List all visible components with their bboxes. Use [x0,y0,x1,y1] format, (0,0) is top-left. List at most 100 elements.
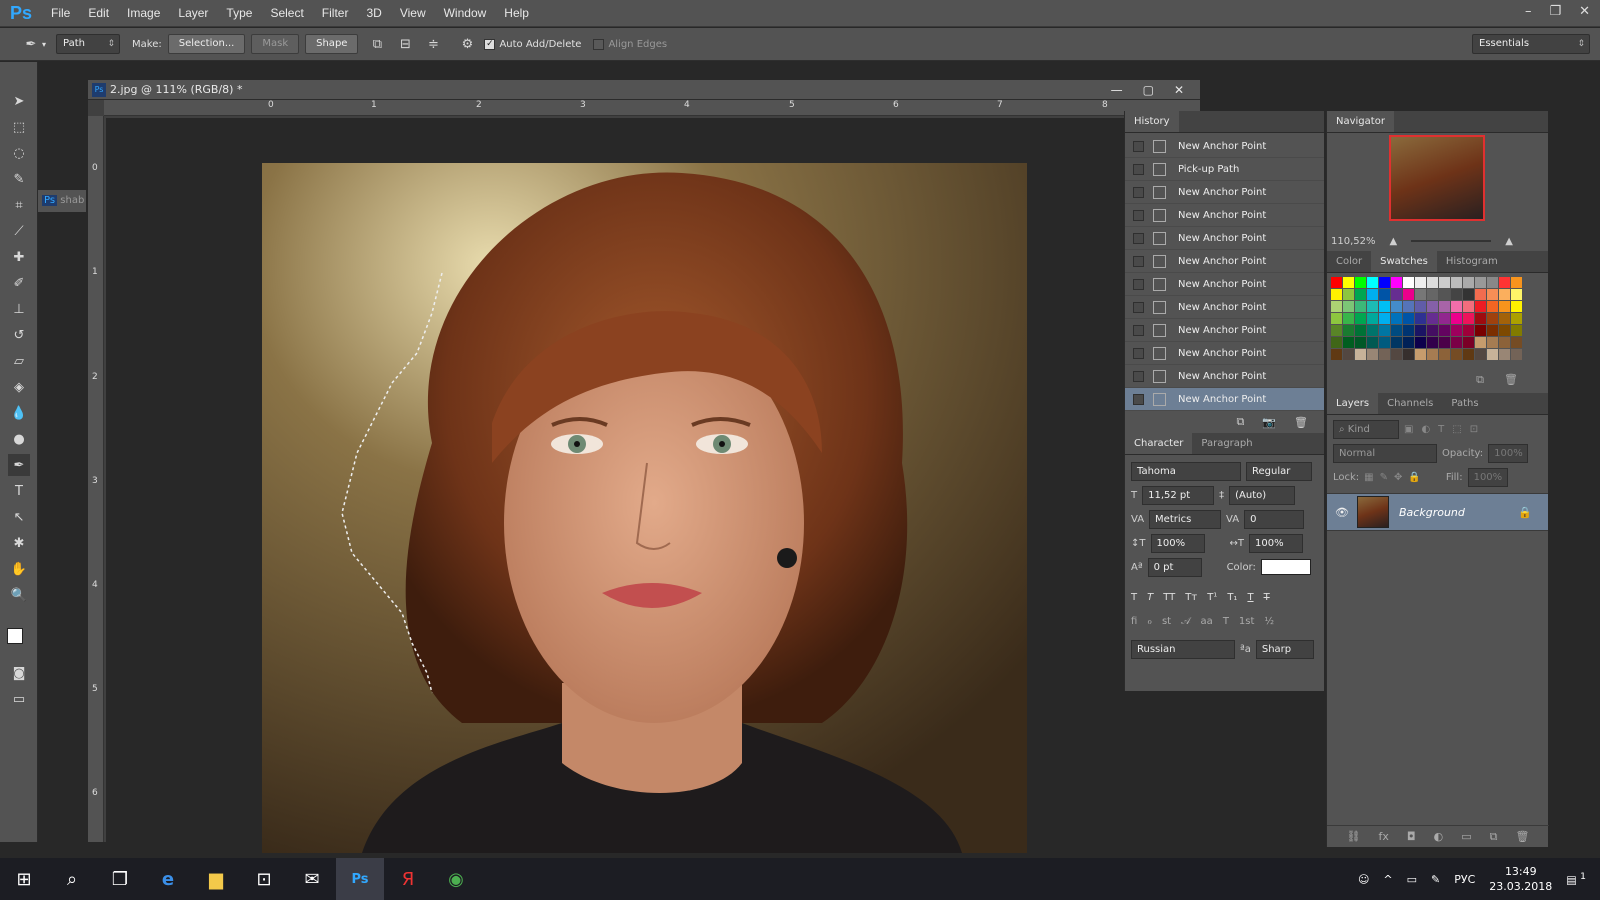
color-swatch[interactable] [1403,301,1414,312]
history-item[interactable]: New Anchor Point [1125,342,1324,365]
color-swatch[interactable] [1331,301,1342,312]
custom-shape-tool-icon[interactable]: ✱ [8,532,30,554]
move-tool-icon[interactable]: ➤ [8,90,30,112]
path-operations-icon[interactable]: ⧉ [366,33,388,55]
color-swatch[interactable] [1367,337,1378,348]
path-alignment-icon[interactable]: ⊟ [394,33,416,55]
marquee-tool-icon[interactable]: ⬚ [8,116,30,138]
layer-filter-icons[interactable]: ▣◐T⬚⊡ [1404,424,1486,435]
color-swatch[interactable] [1379,325,1390,336]
color-swatch[interactable] [1427,277,1438,288]
color-swatch[interactable] [1391,325,1402,336]
subscript-icon[interactable]: T₁ [1227,592,1237,603]
fill-field[interactable]: 100% [1467,467,1508,487]
color-swatch[interactable] [1451,325,1462,336]
color-swatch[interactable] [1331,325,1342,336]
history-item[interactable]: New Anchor Point [1125,319,1324,342]
photoshop-taskbar-icon[interactable]: Ps [336,858,384,900]
color-swatch[interactable] [1487,301,1498,312]
color-swatch[interactable] [1439,337,1450,348]
color-swatch[interactable] [1343,313,1354,324]
horizontal-scale-field[interactable]: 100% [1249,533,1303,553]
tab-color[interactable]: Color [1327,251,1371,272]
document-title-bar[interactable]: Ps 2.jpg @ 111% (RGB/8) * — ▢ ✕ [88,80,1200,100]
antialias-select[interactable]: Sharp [1255,639,1314,659]
snapshot-checkbox[interactable] [1133,278,1144,290]
clone-stamp-tool-icon[interactable]: ⊥ [8,298,30,320]
faux-bold-icon[interactable]: T [1131,592,1137,603]
color-swatch[interactable] [1499,289,1510,300]
second-document-tab[interactable]: Ps shab [38,190,86,212]
color-swatch[interactable] [1379,277,1390,288]
color-swatch[interactable] [1511,337,1522,348]
color-swatch[interactable] [1391,277,1402,288]
selection-button[interactable]: Selection... [167,34,246,54]
portrait-photo[interactable] [262,163,1027,853]
color-swatch[interactable] [1343,289,1354,300]
add-mask-icon[interactable]: ◘ [1407,830,1416,843]
color-swatch[interactable] [1379,337,1390,348]
color-swatch[interactable] [1355,349,1366,360]
minimize-button[interactable]: – [1525,4,1532,19]
store-icon[interactable]: ⊡ [240,858,288,900]
start-icon[interactable]: ⊞ [0,858,48,900]
paint-bucket-tool-icon[interactable]: ◈ [8,376,30,398]
color-swatch[interactable] [1511,325,1522,336]
history-item[interactable]: New Anchor Point [1125,365,1324,388]
crop-tool-icon[interactable]: ⌗ [8,194,30,216]
history-item[interactable]: Pick-up Path [1125,158,1324,181]
pen-mode-select[interactable]: Path [56,34,121,54]
history-item[interactable]: New Anchor Point [1125,181,1324,204]
color-swatch[interactable] [1487,349,1498,360]
clock[interactable]: 13:49 23.03.2018 [1489,864,1552,894]
menu-view[interactable]: View [391,6,435,20]
color-swatch[interactable] [1463,313,1474,324]
zoom-out-icon[interactable]: ▲ [1390,236,1398,247]
file-explorer-icon[interactable]: ▆ [192,858,240,900]
stylistic-icon[interactable]: T [1223,616,1229,627]
history-item[interactable]: New Anchor Point [1125,204,1324,227]
tracking-field[interactable]: 0 [1244,509,1305,529]
tab-character[interactable]: Character [1125,433,1193,454]
color-swatch[interactable] [1331,337,1342,348]
tab-paragraph[interactable]: Paragraph [1192,433,1261,454]
color-swatch[interactable] [1427,349,1438,360]
color-swatch[interactable] [1391,301,1402,312]
search-icon[interactable]: ⌕ [48,858,96,900]
alternates-icon[interactable]: ℴ [1147,616,1152,627]
hand-tool-icon[interactable]: ✋ [8,558,30,580]
color-swatch[interactable] [1463,349,1474,360]
text-color-swatch[interactable] [1260,559,1311,575]
color-swatch[interactable] [1391,313,1402,324]
color-swatch[interactable] [1475,337,1486,348]
color-swatch[interactable] [1475,289,1486,300]
color-swatch[interactable] [1403,289,1414,300]
doc-maximize-button[interactable]: ▢ [1143,80,1154,100]
color-swatch[interactable] [1355,337,1366,348]
color-swatch[interactable] [1415,325,1426,336]
all-caps-icon[interactable]: TT [1163,592,1175,603]
history-item[interactable]: New Anchor Point [1125,135,1324,158]
menu-type[interactable]: Type [217,6,261,20]
color-swatch[interactable] [1499,349,1510,360]
color-swatch[interactable] [1367,313,1378,324]
history-item[interactable]: New Anchor Point [1125,250,1324,273]
color-swatch[interactable] [1487,313,1498,324]
color-swatch[interactable] [1439,349,1450,360]
color-swatch[interactable] [1379,289,1390,300]
color-swatch[interactable] [1343,337,1354,348]
color-swatch[interactable] [1427,325,1438,336]
blend-mode-select[interactable]: Normal [1333,443,1437,463]
dodge-tool-icon[interactable]: ● [8,428,30,450]
mail-icon[interactable]: ✉ [288,858,336,900]
color-swatch[interactable] [1403,337,1414,348]
color-swatch[interactable] [1427,301,1438,312]
history-item[interactable]: New Anchor Point [1125,273,1324,296]
network-icon[interactable]: ▭ [1407,873,1417,886]
color-swatch[interactable] [1367,325,1378,336]
tab-layers[interactable]: Layers [1327,393,1379,414]
color-swatch[interactable] [1439,325,1450,336]
fx-icon[interactable]: fx [1379,830,1389,843]
color-swatch[interactable] [1499,325,1510,336]
kerning-field[interactable]: Metrics [1149,509,1222,529]
